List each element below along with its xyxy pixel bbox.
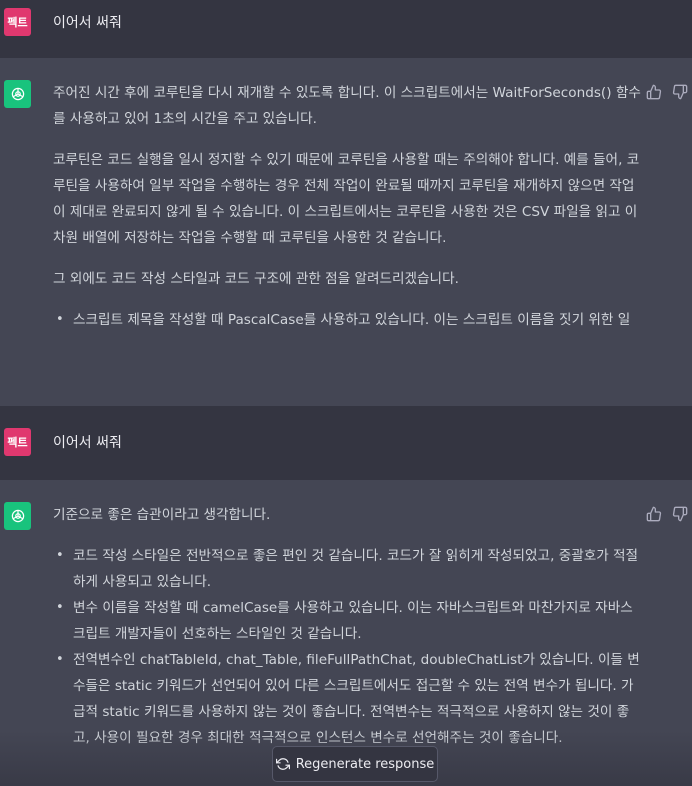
thumbs-down-icon[interactable]: [672, 506, 688, 522]
bullet-list: 스크립트 제목을 작성할 때 PascalCase를 사용하고 있습니다. 이는…: [53, 307, 643, 333]
user-message-text: 이어서 써줘: [53, 15, 122, 31]
thumbs-up-icon[interactable]: [646, 84, 662, 100]
feedback-buttons: [646, 84, 688, 100]
paragraph: 그 외에도 코드 작성 스타일과 코드 구조에 관한 점을 알려드리겠습니다.: [53, 271, 459, 287]
paragraph: 코루틴은 코드 실행을 일시 정지할 수 있기 때문에 코루틴을 사용할 때는 …: [53, 152, 640, 246]
feedback-buttons: [646, 506, 688, 522]
assistant-message-content: 기준으로 좋은 습관이라고 생각합니다. 코드 작성 스타일은 전반적으로 좋은…: [53, 502, 643, 751]
user-avatar: 펙트: [4, 8, 31, 36]
paragraph: 기준으로 좋은 습관이라고 생각합니다.: [53, 507, 271, 523]
list-item: 스크립트 제목을 작성할 때 PascalCase를 사용하고 있습니다. 이는…: [53, 307, 643, 333]
list-item: 코드 작성 스타일은 전반적으로 좋은 편인 것 같습니다. 코드가 잘 읽히게…: [53, 543, 643, 595]
thumbs-down-icon[interactable]: [672, 84, 688, 100]
regenerate-response-button[interactable]: Regenerate response: [272, 746, 438, 782]
user-message: 펙트 이어서 써줘: [0, 406, 692, 481]
user-avatar: 펙트: [4, 428, 31, 456]
assistant-message: 주어진 시간 후에 코루틴을 다시 재개할 수 있도록 합니다. 이 스크립트에…: [0, 58, 692, 407]
regenerate-label: Regenerate response: [295, 756, 435, 772]
list-item: 변수 이름을 작성할 때 camelCase를 사용하고 있습니다. 이는 자바…: [53, 595, 643, 647]
list-item: 전역변수인 chatTableId, chat_Table, fileFullP…: [53, 647, 643, 751]
assistant-message: 기준으로 좋은 습관이라고 생각합니다. 코드 작성 스타일은 전반적으로 좋은…: [0, 480, 692, 786]
refresh-icon: [275, 757, 290, 771]
assistant-message-content: 주어진 시간 후에 코루틴을 다시 재개할 수 있도록 합니다. 이 스크립트에…: [53, 80, 643, 333]
thumbs-up-icon[interactable]: [646, 506, 662, 522]
user-message-text: 이어서 써줘: [53, 435, 122, 451]
openai-logo-icon: [4, 502, 31, 530]
openai-logo-icon: [4, 80, 31, 108]
user-message: 펙트 이어서 써줘: [0, 0, 692, 59]
bullet-list: 코드 작성 스타일은 전반적으로 좋은 편인 것 같습니다. 코드가 잘 읽히게…: [53, 543, 643, 751]
paragraph: 주어진 시간 후에 코루틴을 다시 재개할 수 있도록 합니다. 이 스크립트에…: [53, 85, 641, 127]
